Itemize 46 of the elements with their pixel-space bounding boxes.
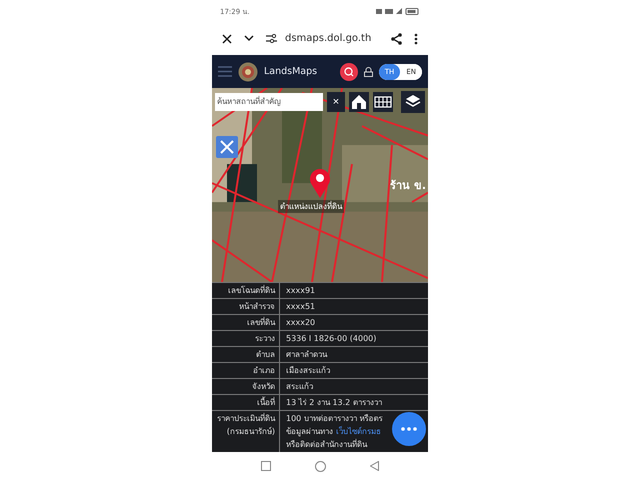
- clear-button[interactable]: ×: [327, 92, 345, 112]
- map-label: ตำแหน่งแปลงที่ดิน: [278, 200, 344, 213]
- share-icon[interactable]: [391, 32, 402, 44]
- menu-icon[interactable]: [218, 66, 232, 77]
- site-settings-icon[interactable]: [266, 34, 277, 43]
- table-cell-text: xxxx91: [285, 285, 316, 297]
- table-cell-text: หรือติดต่อสำนักงานที่ดิน: [286, 438, 368, 451]
- table-cell-text: xxxx51: [285, 301, 316, 313]
- more-vertical-icon[interactable]: [414, 32, 418, 44]
- url-text[interactable]: dsmaps.dol.go.th: [285, 33, 379, 44]
- table-cell-text: สระแก้ว: [285, 381, 314, 393]
- measure-tool-icon[interactable]: [216, 136, 238, 158]
- table-cell: เลขโฉนดที่ดิน: [212, 283, 280, 298]
- home-icon[interactable]: [349, 92, 369, 112]
- table-cell: หน้าสำรวจ: [212, 299, 280, 314]
- table-cell-text: 13 ไร่ 2 งาน 13.2 ตารางวา: [285, 397, 383, 409]
- website-link[interactable]: เว็บไซต์กรมธ: [336, 427, 381, 436]
- table-cell: จังหวัด: [212, 379, 280, 394]
- table-cell: ระวาง: [212, 331, 280, 346]
- chevron-down-icon[interactable]: [244, 35, 254, 42]
- map-label: ร้าน ข.: [390, 178, 426, 194]
- search-icon[interactable]: [340, 62, 358, 80]
- recent-apps-icon[interactable]: [261, 461, 271, 471]
- table-cell-text: xxxx20: [285, 317, 316, 329]
- table-cell-text: ศาลาลำดวน: [285, 349, 328, 361]
- app-title: LandsMaps: [264, 66, 318, 77]
- lock-icon[interactable]: [364, 66, 373, 76]
- table-cell: เลขที่ดิน: [212, 315, 280, 330]
- table-cell: เนื้อที่: [212, 395, 280, 410]
- table-cell: ข้อมูลผ่านทาง: [286, 427, 333, 436]
- seal-logo-icon: [238, 62, 258, 82]
- table-cell-text: 5336 I 1826-00 (4000): [285, 333, 378, 345]
- more-button-icon[interactable]: [392, 412, 426, 446]
- table-cell: อำเภอ: [212, 363, 280, 378]
- table-cell: ราคาประเมินที่ดิน (กรมธนารักษ์): [212, 411, 280, 452]
- table-cell-text: 100 บาทต่อตารางวา หรือตร: [286, 413, 382, 425]
- search-field[interactable]: ค้นหาสถานที่สำคัญ: [215, 93, 323, 111]
- back-icon[interactable]: [370, 461, 379, 471]
- table-cell: ตำบล: [212, 347, 280, 362]
- grid-icon[interactable]: [373, 92, 393, 112]
- map-pin-icon: [309, 168, 331, 198]
- table-cell-text: เมืองสระแก้ว: [285, 365, 331, 377]
- status-icons: [376, 8, 420, 14]
- close-icon[interactable]: [222, 34, 232, 44]
- home-circle-icon[interactable]: [315, 460, 326, 472]
- layers-icon[interactable]: [401, 91, 425, 113]
